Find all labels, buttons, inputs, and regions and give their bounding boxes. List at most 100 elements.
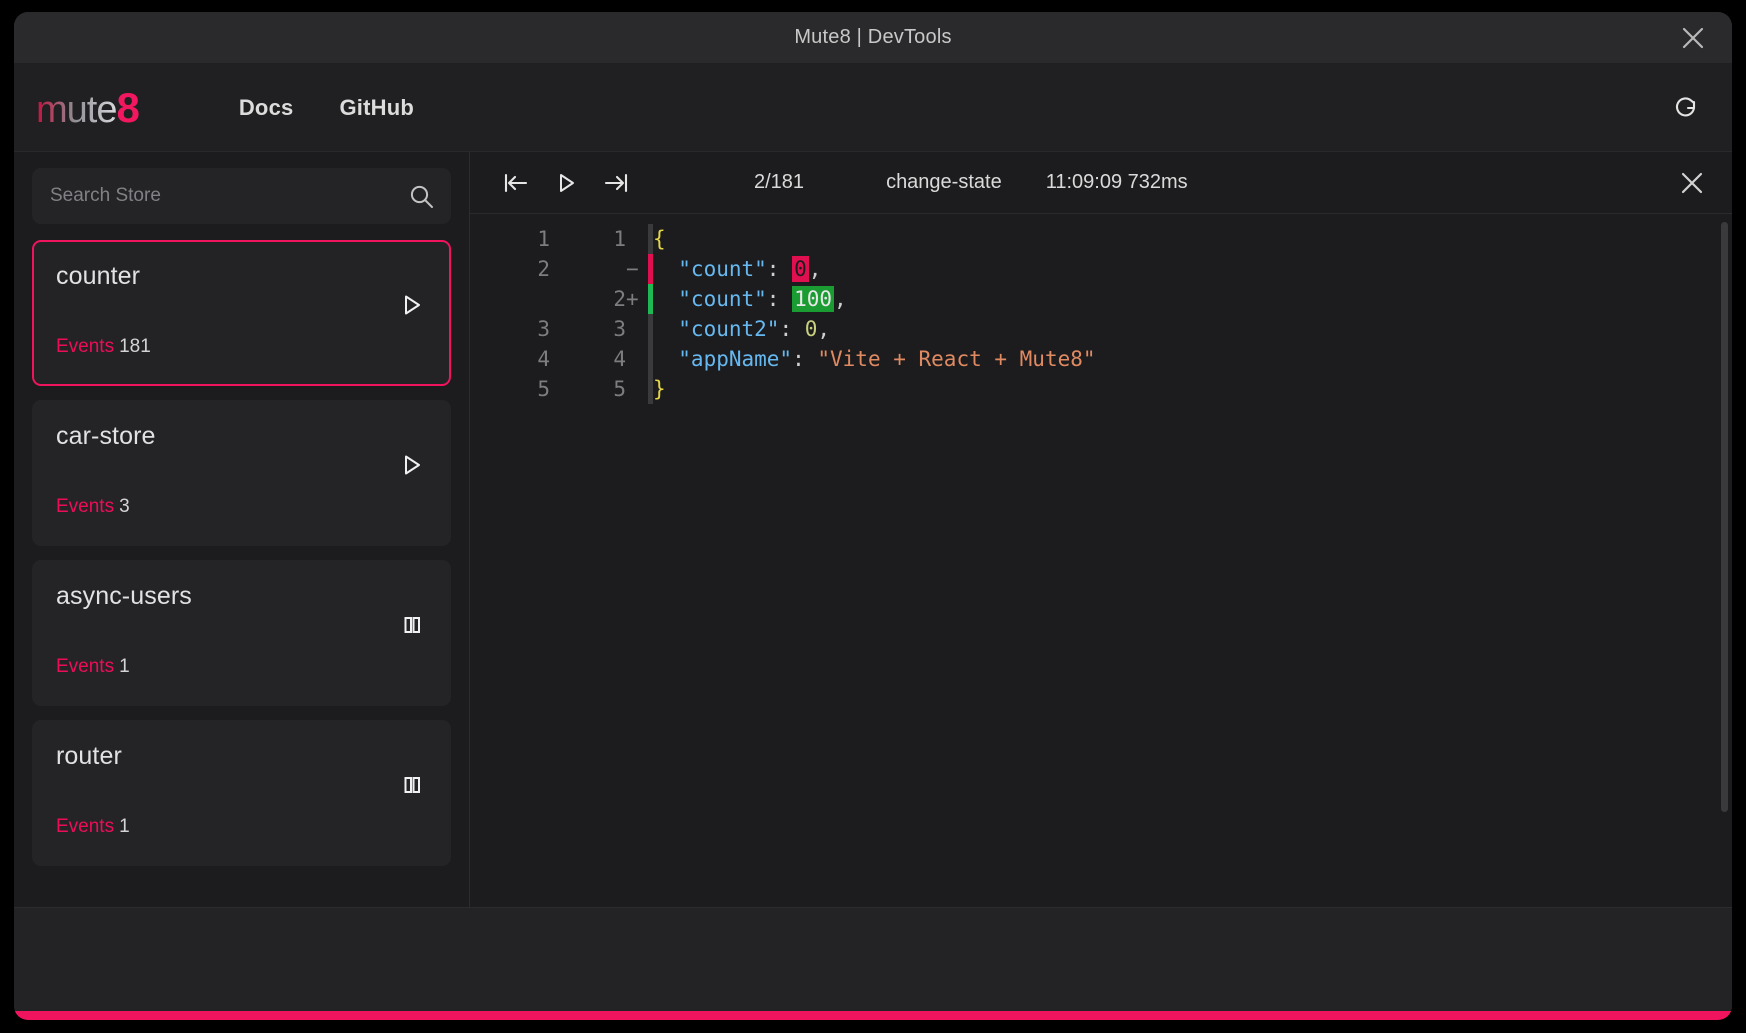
- diff-old-lineno: 4: [537, 347, 550, 371]
- accent-bar: [14, 1011, 1732, 1020]
- skip-back-button[interactable]: [494, 164, 538, 202]
- skip-forward-icon: [604, 173, 628, 192]
- store-name: async-users: [56, 582, 192, 610]
- store-card-async-users[interactable]: async-users Events 1: [32, 560, 451, 706]
- diff-marker: [626, 374, 648, 404]
- token-added-value: 100: [792, 286, 835, 312]
- app-window: Mute8 | DevTools mute 8 Docs GitHub Sear…: [14, 12, 1732, 1020]
- sidebar: counter Events181 car-store: [14, 152, 470, 907]
- diff-line: 4 4 "appName": "Vite + React + Mute8": [470, 344, 1096, 374]
- detail-close-button[interactable]: [1674, 165, 1710, 201]
- token-removed-value: 0: [792, 256, 809, 282]
- event-timestamp: 11:09:09 732ms: [1045, 171, 1188, 193]
- search-store-box[interactable]: [32, 168, 451, 224]
- store-events: Events 3: [56, 496, 130, 518]
- diff-line-removed: 2 − "count": 0,: [470, 254, 1096, 284]
- diff-line: 3 3 "count2": 0,: [470, 314, 1096, 344]
- token-key: "count": [653, 257, 767, 281]
- diff-code: "count": 0,: [653, 254, 1096, 284]
- token-comma: ,: [834, 287, 847, 311]
- close-icon: [1682, 27, 1704, 48]
- token-key: "count2": [653, 317, 780, 341]
- search-input[interactable]: [50, 185, 408, 207]
- store-events-label: Events: [56, 816, 115, 837]
- close-icon: [1681, 172, 1703, 193]
- store-play-toggle-counter[interactable]: [397, 290, 427, 320]
- diff-new-lineno: 2: [613, 287, 626, 311]
- nav-link-docs[interactable]: Docs: [239, 95, 294, 121]
- search-button[interactable]: [408, 183, 435, 210]
- diff-marker: [626, 314, 648, 344]
- store-events: Events 1: [56, 656, 130, 678]
- detail-panel: 2/181 change-state 11:09:09 732ms 1 1 {…: [470, 152, 1732, 907]
- event-counter: 2/181: [754, 171, 805, 193]
- token-colon: :: [792, 347, 818, 371]
- diff-line-added: 2 + "count": 100,: [470, 284, 1096, 314]
- play-icon: [405, 455, 420, 475]
- store-name: router: [56, 742, 122, 770]
- diff-body: 1 1 { 2 − "count": 0, 2 + "count": 100, …: [470, 224, 1096, 404]
- diff-new-lineno: [550, 254, 626, 284]
- store-card-counter[interactable]: counter Events 181: [32, 240, 451, 386]
- app-logo[interactable]: mute 8: [36, 83, 140, 131]
- store-events-count: 3: [119, 496, 130, 517]
- diff-viewer: 1 1 { 2 − "count": 0, 2 + "count": 100, …: [470, 214, 1732, 907]
- token-colon: :: [766, 257, 793, 281]
- logo-text-eight: 8: [116, 83, 139, 131]
- logo-text-mute: mute: [36, 88, 117, 131]
- navbar: mute 8 Docs GitHub: [14, 64, 1732, 152]
- store-name: counter: [56, 262, 141, 290]
- store-pause-toggle-async-users[interactable]: [397, 610, 427, 640]
- diff-old-lineno: 1: [537, 227, 550, 251]
- store-events-count: 1: [119, 816, 130, 837]
- token-colon: :: [766, 287, 793, 311]
- window-title: Mute8 | DevTools: [794, 26, 952, 48]
- refresh-button[interactable]: [1666, 88, 1706, 128]
- store-events-count: 181: [119, 336, 151, 357]
- store-pause-toggle-router[interactable]: [397, 770, 427, 800]
- footer-bar: [14, 907, 1732, 1011]
- token-punctuation: }: [653, 377, 666, 401]
- diff-new-lineno: 3: [613, 317, 626, 341]
- store-name: car-store: [56, 422, 156, 450]
- skip-back-icon: [504, 173, 528, 192]
- play-icon: [405, 295, 420, 315]
- window-close-button[interactable]: [1676, 21, 1710, 55]
- token-punctuation: {: [653, 227, 666, 251]
- store-card-car-store[interactable]: car-store Events 3: [32, 400, 451, 546]
- store-events-label: Events: [56, 336, 115, 357]
- nav-links: Docs GitHub: [239, 95, 414, 121]
- diff-line: 5 5 }: [470, 374, 1096, 404]
- token-string: "Vite + React + Mute8": [817, 347, 1096, 371]
- play-button[interactable]: [544, 164, 588, 202]
- token-key: "appName": [653, 347, 793, 371]
- store-play-toggle-car-store[interactable]: [397, 450, 427, 480]
- store-events-label: Events: [56, 656, 115, 677]
- diff-new-lineno: 4: [613, 347, 626, 371]
- token-colon: :: [779, 317, 805, 341]
- skip-forward-button[interactable]: [594, 164, 638, 202]
- search-icon: [410, 185, 433, 208]
- diff-marker: [626, 224, 648, 254]
- diff-new-lineno: 1: [613, 227, 626, 251]
- nav-link-github[interactable]: GitHub: [339, 95, 414, 121]
- diff-marker-plus: +: [626, 287, 639, 311]
- token-comma: ,: [817, 317, 831, 341]
- token-key: "count": [653, 287, 767, 311]
- diff-new-lineno: 5: [613, 377, 626, 401]
- diff-code: }: [653, 374, 1096, 404]
- diff-marker: [626, 344, 648, 374]
- diff-scrollbar[interactable]: [1721, 222, 1728, 812]
- store-events-label: Events: [56, 496, 115, 517]
- body-area: counter Events181 car-store: [14, 152, 1732, 907]
- diff-old-lineno: [470, 284, 550, 314]
- diff-old-lineno: 5: [537, 377, 550, 401]
- token-number: 0: [804, 317, 818, 341]
- store-events: Events 181: [56, 336, 151, 358]
- diff-table: 1 1 { 2 − "count": 0, 2 + "count": 100, …: [470, 224, 1096, 404]
- diff-marker-minus: −: [626, 257, 639, 281]
- diff-code: "appName": "Vite + React + Mute8": [653, 344, 1096, 374]
- refresh-icon: [1676, 96, 1696, 116]
- play-icon: [560, 173, 574, 192]
- store-card-router[interactable]: router Events 1: [32, 720, 451, 866]
